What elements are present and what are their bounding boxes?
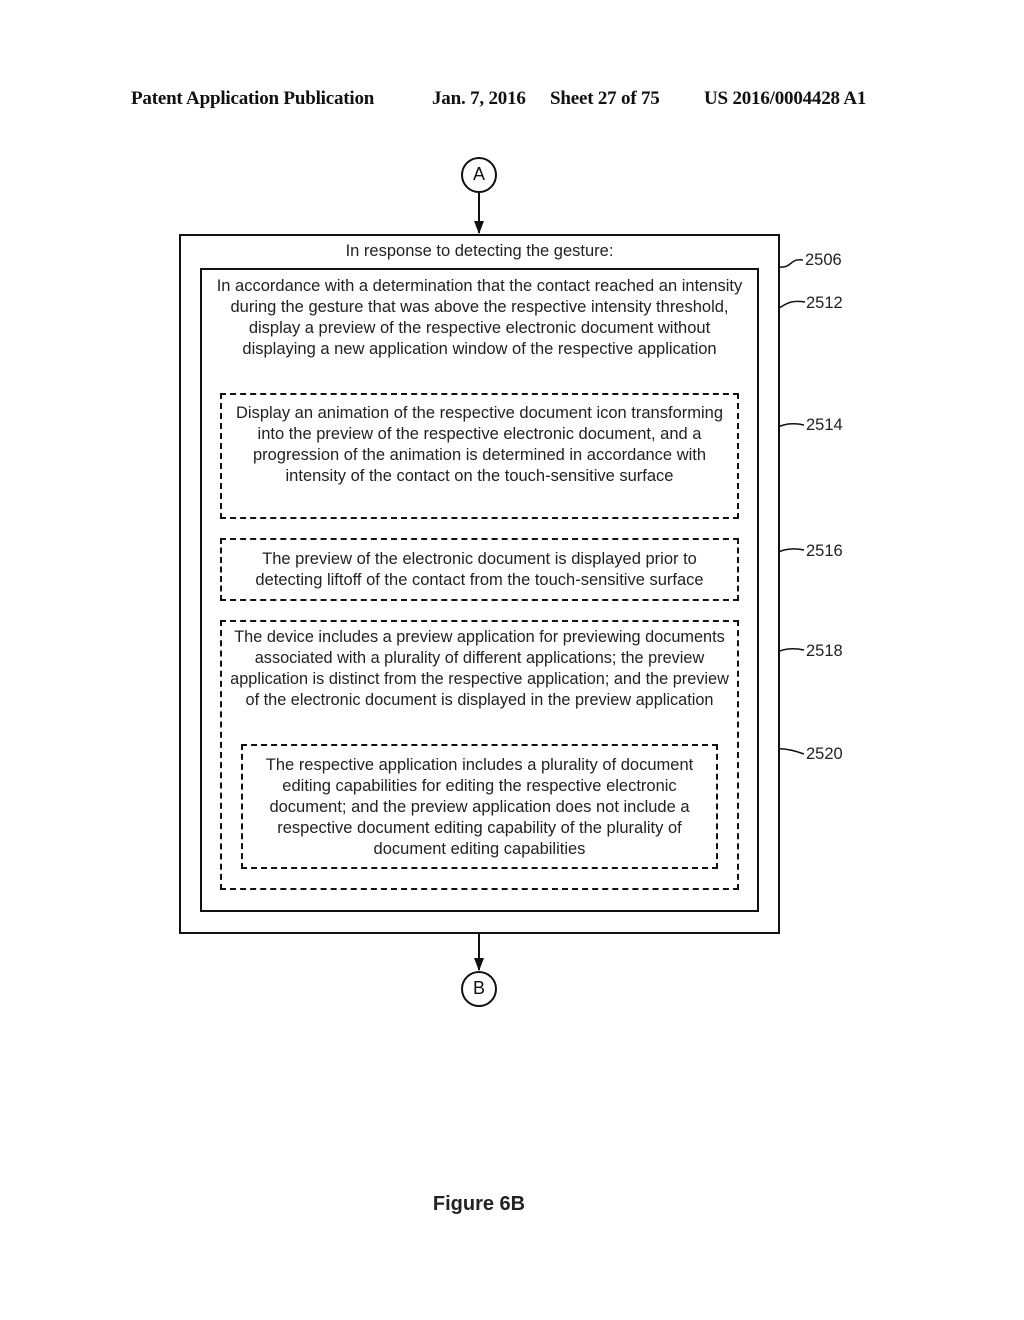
ref-label-2520: 2520 [806, 745, 843, 763]
box-2514-text: Display an animation of the respective d… [236, 404, 723, 485]
ref-label-2506: 2506 [805, 251, 842, 269]
figure-label: Figure 6B [432, 1193, 526, 1215]
box-2516: The preview of the electronic document i… [220, 538, 739, 601]
leader-2506 [779, 259, 804, 268]
box-2506-text: In response to detecting the gesture: [345, 242, 614, 260]
box-2512-text: In accordance with a determination that … [216, 277, 743, 358]
box-2520: The respective application includes a pl… [241, 744, 718, 869]
arrow-b-head [474, 958, 484, 971]
ref-label-2518: 2518 [806, 642, 843, 660]
box-2516-text: The preview of the electronic document i… [255, 550, 704, 589]
ref-label-2512: 2512 [806, 294, 843, 312]
connector-a: A [461, 157, 497, 193]
box-2514: Display an animation of the respective d… [220, 393, 739, 519]
box-2518-text: The device includes a preview applicatio… [230, 628, 729, 709]
ref-label-2514: 2514 [806, 416, 843, 434]
box-2520-text: The respective application includes a pl… [265, 756, 694, 858]
ref-label-2516: 2516 [806, 542, 843, 560]
arrow-a-head [474, 221, 484, 234]
connector-b: B [461, 971, 497, 1007]
